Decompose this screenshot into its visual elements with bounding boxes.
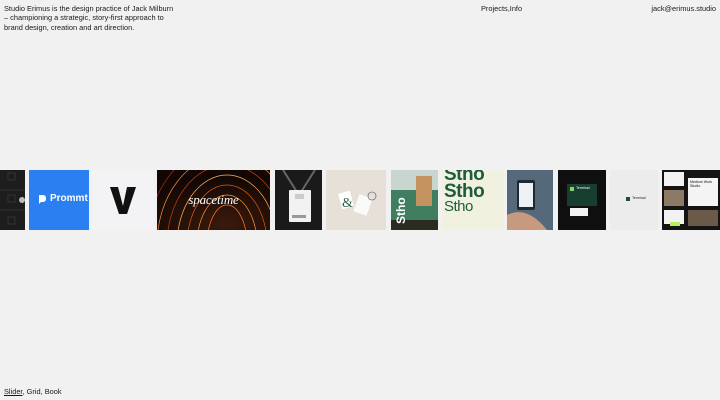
- email-link[interactable]: jack@erimus.studio: [651, 4, 716, 13]
- project-tile-stho-type[interactable]: Stho Stho Stho: [442, 170, 503, 230]
- terminal-label-dark: Terminal: [576, 186, 590, 190]
- view-slider-link[interactable]: Slider: [4, 387, 23, 396]
- project-tile-phone[interactable]: [507, 170, 553, 230]
- project-slider[interactable]: Prommt spacetime & Stho Stho Stho Stho T…: [0, 170, 720, 230]
- studio-intro: Studio Erimus is the design practice of …: [4, 4, 174, 32]
- nav-projects-link[interactable]: Projects: [481, 4, 508, 13]
- spacetime-wordmark: spacetime: [188, 192, 239, 207]
- v-logo-mark: [110, 187, 136, 214]
- project-tile-badge[interactable]: [275, 170, 322, 230]
- project-tile-stho-street[interactable]: Stho: [391, 170, 438, 230]
- badge-lanyard-graphic: [275, 170, 322, 230]
- view-grid-link[interactable]: Grid: [27, 387, 41, 396]
- stho-vertical-text: Stho: [394, 197, 408, 224]
- top-nav: Projects,Info: [481, 4, 522, 13]
- project-tile-prommt[interactable]: Prommt: [29, 170, 89, 230]
- view-switcher: Slider, Grid, Book: [4, 387, 62, 396]
- project-tile-spacetime[interactable]: spacetime: [157, 170, 270, 230]
- project-tile-cards[interactable]: &: [326, 170, 386, 230]
- project-tile-medium[interactable]: Medium Work Studio: [662, 170, 720, 230]
- project-tile-dark[interactable]: [0, 170, 25, 230]
- project-tile-terminal-light[interactable]: Terminal: [610, 170, 658, 230]
- terminal-card-graphic: [567, 184, 597, 216]
- phone-hand-photo: [507, 170, 553, 230]
- medium-label: Medium Work Studio: [690, 180, 713, 188]
- prommt-mark-icon: [39, 194, 46, 204]
- stho-type-specimen: Stho Stho Stho: [444, 170, 485, 216]
- medium-layout-graphic: [664, 172, 718, 226]
- stho-line-3: Stho: [444, 198, 473, 216]
- project-tile-terminal-dark[interactable]: Terminal: [558, 170, 606, 230]
- grid-pattern-graphic: [0, 172, 25, 225]
- svg-text:&: &: [342, 196, 353, 211]
- terminal-label-light: Terminal: [632, 196, 646, 200]
- stationery-graphic: &: [338, 190, 377, 216]
- view-book-link[interactable]: Book: [45, 387, 62, 396]
- contact-email: jack@erimus.studio: [651, 4, 716, 13]
- prommt-logo: Prommt: [37, 193, 88, 206]
- project-tile-v-logo[interactable]: [92, 170, 154, 230]
- prommt-wordmark: Prommt: [50, 193, 88, 204]
- nav-info-link[interactable]: Info: [510, 4, 522, 13]
